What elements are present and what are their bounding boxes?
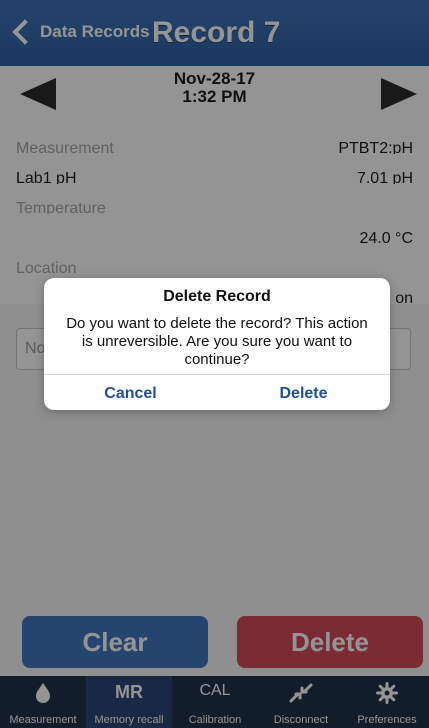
dialog-cancel-button[interactable]: Cancel: [44, 378, 217, 410]
dialog-divider: [44, 374, 390, 375]
dialog-title: Delete Record: [163, 288, 271, 305]
delete-record-dialog: Delete Record Do you want to delete the …: [44, 278, 390, 410]
app-screen: Data Records Record 7 Nov-28-17 1:32 PM …: [0, 0, 429, 728]
dialog-message: Do you want to delete the record? This a…: [66, 315, 368, 368]
dialog-delete-button[interactable]: Delete: [217, 378, 390, 410]
